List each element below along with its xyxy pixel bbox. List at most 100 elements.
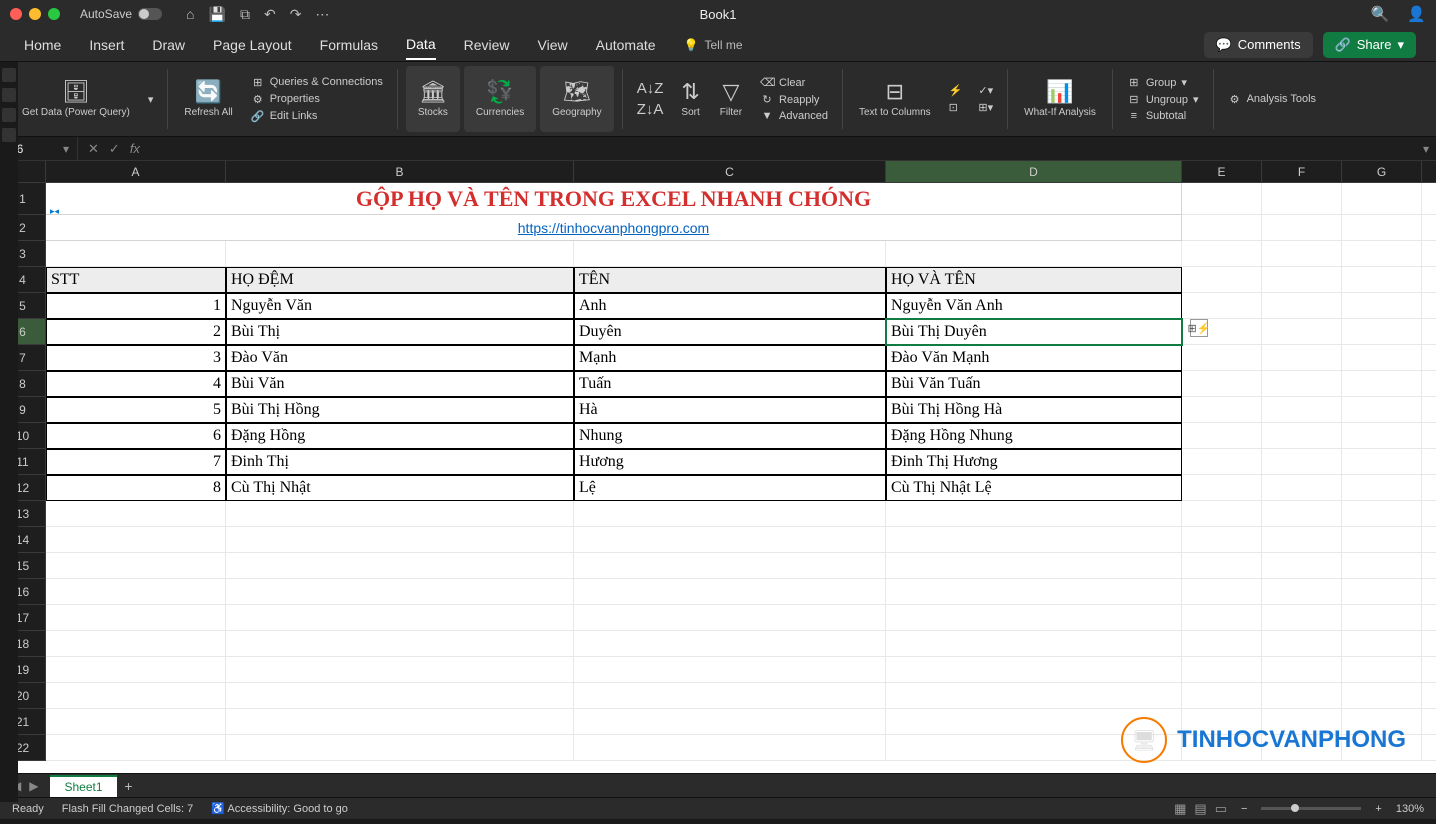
cell-empty[interactable] xyxy=(226,241,574,267)
cell-empty[interactable] xyxy=(1262,553,1342,579)
cell-empty[interactable] xyxy=(1182,397,1262,423)
cell-stt[interactable]: 8 xyxy=(46,475,226,501)
cell-empty[interactable] xyxy=(226,709,574,735)
zoom-in-icon[interactable]: + xyxy=(1375,803,1381,815)
cell-empty[interactable] xyxy=(1422,709,1436,735)
consolidate-icon[interactable]: ⊞▾ xyxy=(978,101,993,114)
smart-tag-icon[interactable]: ▸◂ xyxy=(50,206,59,217)
connections-dropdown-icon[interactable]: ▾ xyxy=(148,93,154,106)
cell-full[interactable]: Bùi Văn Tuấn xyxy=(886,371,1182,397)
get-data-button[interactable]: 🗄Get Data (Power Query) xyxy=(14,66,138,132)
cell-empty[interactable] xyxy=(1342,241,1422,267)
cell-full[interactable]: Đào Văn Mạnh xyxy=(886,345,1182,371)
cell-stt[interactable]: 6 xyxy=(46,423,226,449)
column-header-D[interactable]: D xyxy=(886,161,1182,183)
cell-empty[interactable] xyxy=(46,657,226,683)
minimize-window-button[interactable] xyxy=(29,8,41,20)
cell-empty[interactable] xyxy=(46,735,226,761)
tab-draw[interactable]: Draw xyxy=(152,31,185,59)
cell-hodem[interactable]: Cù Thị Nhật xyxy=(226,475,574,501)
maximize-window-button[interactable] xyxy=(48,8,60,20)
cell-full[interactable]: Đinh Thị Hương xyxy=(886,449,1182,475)
tab-insert[interactable]: Insert xyxy=(89,31,124,59)
cell-empty[interactable] xyxy=(1182,183,1262,215)
zoom-slider[interactable] xyxy=(1261,807,1361,810)
cell-full[interactable]: Bùi Thị Hồng Hà xyxy=(886,397,1182,423)
cell-ten[interactable]: Tuấn xyxy=(574,371,886,397)
cell-empty[interactable] xyxy=(1182,657,1262,683)
cell-empty[interactable] xyxy=(1262,631,1342,657)
cell-empty[interactable] xyxy=(1262,527,1342,553)
page-layout-icon[interactable]: ▤ xyxy=(1194,801,1206,817)
filter-button[interactable]: ▽Filter xyxy=(712,66,750,132)
cell-empty[interactable] xyxy=(226,501,574,527)
cell-hodem[interactable]: Bùi Thị xyxy=(226,319,574,345)
cell-empty[interactable] xyxy=(1422,683,1436,709)
cell-header-hodem[interactable]: HỌ ĐỆM xyxy=(226,267,574,293)
cell-empty[interactable] xyxy=(1262,215,1342,241)
cell-empty[interactable] xyxy=(1342,397,1422,423)
undo-icon[interactable]: ↶ xyxy=(264,6,276,23)
sheet-tab[interactable]: Sheet1 xyxy=(50,775,116,797)
comments-button[interactable]: 💬 Comments xyxy=(1204,32,1313,58)
cell-empty[interactable] xyxy=(226,683,574,709)
edit-links-button[interactable]: 🔗Edit Links xyxy=(251,110,383,123)
cell-empty[interactable] xyxy=(46,683,226,709)
cell-empty[interactable] xyxy=(1342,527,1422,553)
cell-empty[interactable] xyxy=(574,553,886,579)
cell-stt[interactable]: 1 xyxy=(46,293,226,319)
cell-empty[interactable] xyxy=(1342,319,1422,345)
cell-empty[interactable] xyxy=(1422,293,1436,319)
tab-data[interactable]: Data xyxy=(406,30,436,60)
cell-empty[interactable] xyxy=(1182,241,1262,267)
duplicate-icon[interactable]: ⧉ xyxy=(240,6,250,23)
column-header-C[interactable]: C xyxy=(574,161,886,183)
cell-empty[interactable] xyxy=(574,657,886,683)
cell-empty[interactable] xyxy=(574,579,886,605)
cell-empty[interactable] xyxy=(1182,579,1262,605)
cell-ten[interactable]: Duyên xyxy=(574,319,886,345)
cell-empty[interactable] xyxy=(886,683,1182,709)
cell-stt[interactable]: 5 xyxy=(46,397,226,423)
cell-empty[interactable] xyxy=(1342,553,1422,579)
cell-empty[interactable] xyxy=(574,605,886,631)
cell-empty[interactable] xyxy=(574,735,886,761)
cell-empty[interactable] xyxy=(1262,241,1342,267)
cell-empty[interactable] xyxy=(46,527,226,553)
queries-button[interactable]: ⊞Queries & Connections xyxy=(251,76,383,89)
group-button[interactable]: ⊞Group ▾ xyxy=(1127,76,1199,89)
column-header-F[interactable]: F xyxy=(1262,161,1342,183)
cell-empty[interactable] xyxy=(886,657,1182,683)
cell-empty[interactable] xyxy=(886,527,1182,553)
cell-empty[interactable] xyxy=(1422,735,1436,761)
cell-empty[interactable] xyxy=(1182,553,1262,579)
cell-title[interactable]: GỘP HỌ VÀ TÊN TRONG EXCEL NHANH CHÓNG xyxy=(46,183,1182,215)
cell-empty[interactable] xyxy=(226,579,574,605)
column-header-B[interactable]: B xyxy=(226,161,574,183)
cell-empty[interactable] xyxy=(1182,449,1262,475)
cell-empty[interactable] xyxy=(1182,683,1262,709)
cell-empty[interactable] xyxy=(1342,371,1422,397)
zoom-out-icon[interactable]: − xyxy=(1241,803,1247,815)
normal-view-icon[interactable]: ▦ xyxy=(1174,801,1186,817)
cell-empty[interactable] xyxy=(1422,183,1436,215)
cell-empty[interactable] xyxy=(226,735,574,761)
cell-hodem[interactable]: Bùi Văn xyxy=(226,371,574,397)
cell-empty[interactable] xyxy=(886,631,1182,657)
cell-header-ten[interactable]: TÊN xyxy=(574,267,886,293)
add-sheet-button[interactable]: + xyxy=(117,778,141,794)
cell-empty[interactable] xyxy=(1262,657,1342,683)
cell-empty[interactable] xyxy=(46,709,226,735)
autosave-toggle[interactable]: AutoSave xyxy=(80,7,162,21)
cell-empty[interactable] xyxy=(1422,319,1436,345)
cell-empty[interactable] xyxy=(1262,579,1342,605)
cell-empty[interactable] xyxy=(1342,657,1422,683)
cell-empty[interactable] xyxy=(1182,475,1262,501)
cell-ten[interactable]: Lệ xyxy=(574,475,886,501)
cell-full[interactable]: Nguyễn Văn Anh xyxy=(886,293,1182,319)
search-icon[interactable]: 🔍 xyxy=(1371,5,1390,23)
cell-ten[interactable]: Anh xyxy=(574,293,886,319)
cell-empty[interactable] xyxy=(1342,449,1422,475)
share-button[interactable]: 🔗 Share ▾ xyxy=(1323,32,1416,58)
refresh-all-button[interactable]: 🔄Refresh All xyxy=(176,66,240,132)
